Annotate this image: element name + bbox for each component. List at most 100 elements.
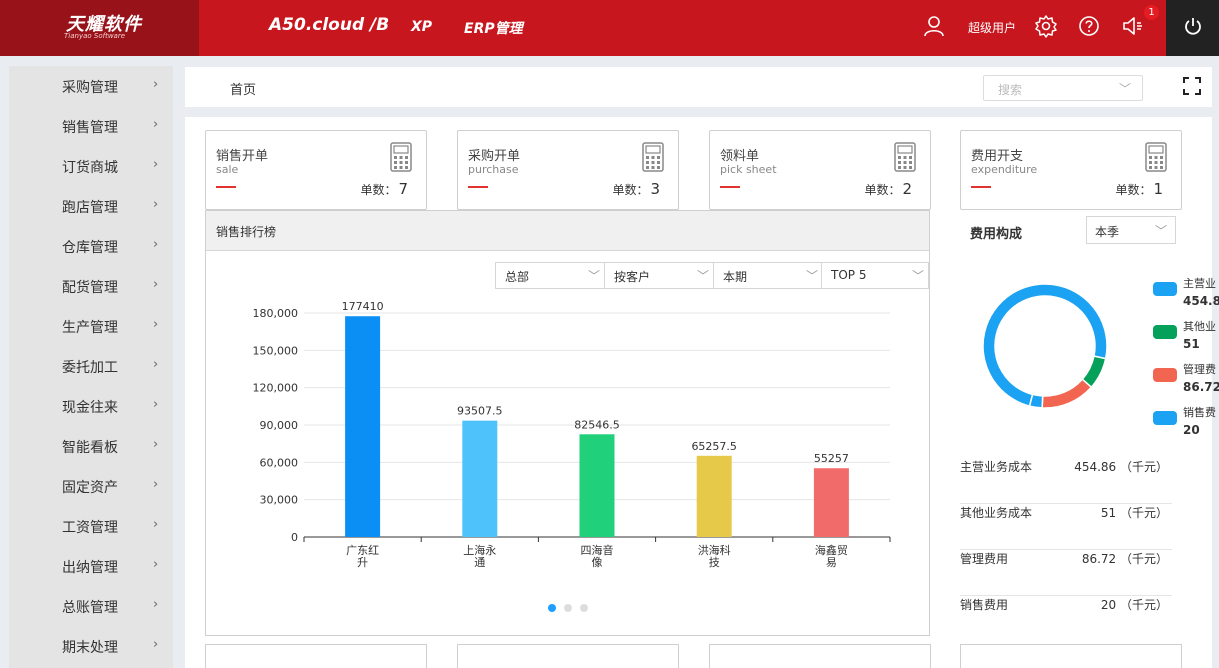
sidebar-item[interactable]: 配货管理 › [9,266,173,306]
breadcrumb-home[interactable]: 首页 [230,79,256,98]
card-subtitle: sale [216,163,239,176]
help-icon[interactable] [1077,14,1101,38]
cost-row: 主营业务成本 454.86 （千元） [960,458,1172,504]
sidebar-item[interactable]: 销售管理 › [9,106,173,146]
chevron-right-icon: › [153,637,159,652]
cost-composition-title: 费用构成 [970,227,1023,242]
power-button[interactable] [1166,0,1219,56]
card-count-label: 单数： [612,183,649,197]
chevron-right-icon: › [153,317,159,332]
y-tick-label: 180,000 [253,307,299,320]
sidebar-item[interactable]: 仓库管理 › [9,226,173,266]
bottom-card-1 [205,644,427,668]
bar [462,420,498,537]
x-tick-label: 洪海科 [698,543,731,557]
chevron-right-icon: › [153,237,159,252]
donut-slice[interactable] [1041,378,1093,409]
cost-row-name: 主营业务成本 [960,460,1033,474]
y-tick-label: 90,000 [260,419,299,432]
bar [579,434,615,537]
x-tick-label: 四海音 [581,543,614,557]
sidebar-item-label: 出纳管理 [62,560,118,576]
legend-swatch [1153,368,1177,382]
sidebar-item[interactable]: 出纳管理 › [9,546,173,586]
card-title: 销售开单 [216,149,269,164]
x-tick-label: 上海永 [463,543,496,557]
card-title: 领料单 [720,149,760,164]
fullscreen-icon[interactable] [1183,77,1201,95]
y-tick-label: 60,000 [260,456,299,469]
bar-value-label: 177410 [342,300,384,313]
card-count: 单数： 7 [360,180,408,198]
sidebar-item[interactable]: 期末处理 › [9,626,173,666]
card-count-value: 3 [650,180,660,198]
sidebar-item-label: 生产管理 [62,320,118,336]
speaker-icon[interactable] [1121,14,1145,38]
notification-badge: 1 [1144,5,1159,20]
cost-period-select[interactable]: 本季 ﹀ [1086,216,1176,244]
legend-value: 86.72 [1183,380,1219,394]
bottom-card-2 [457,644,679,668]
sidebar-item-label: 智能看板 [62,440,118,456]
sidebar-item[interactable]: 工资管理 › [9,506,173,546]
card-accent-line [720,186,740,188]
legend-item[interactable]: 主营业 454.8 [1153,275,1219,317]
legend-value: 51 [1183,337,1200,351]
nav-a50-cloud[interactable]: A50.cloud /B [269,15,389,35]
cost-period-value: 本季 [1095,225,1120,239]
card-count-value: 1 [1153,180,1163,198]
cost-donut-chart [982,283,1108,409]
legend-swatch [1153,411,1177,425]
legend-swatch [1153,282,1177,296]
card-count: 单数： 1 [1115,180,1163,198]
card-title: 费用开支 [971,149,1024,164]
legend-item[interactable]: 销售费 20 [1153,404,1219,446]
chevron-right-icon: › [153,517,159,532]
pager-dot[interactable] [548,604,556,612]
purchase-order-card[interactable]: 采购开单 purchase 单数： 3 [457,130,679,210]
bar [345,316,381,537]
sidebar-item[interactable]: 采购管理 › [9,66,173,106]
card-count-value: 2 [902,180,912,198]
user-name-label[interactable]: 超级用户 [968,19,1016,36]
expenditure-card[interactable]: 费用开支 expenditure 单数： 1 [960,130,1182,210]
sidebar-item-label: 固定资产 [62,480,118,496]
sidebar-item-label: 跑店管理 [62,200,118,216]
x-tick-label: 技 [709,556,720,569]
donut-slice[interactable] [1028,393,1044,409]
sidebar-item[interactable]: 现金往来 › [9,386,173,426]
logo[interactable]: 天耀软件 Tianyao Software [0,0,199,56]
y-tick-label: 0 [291,531,298,544]
sidebar-item[interactable]: 固定资产 › [9,466,173,506]
y-tick-label: 120,000 [253,382,299,395]
legend-item[interactable]: 其他业 51 [1153,318,1219,360]
search-select[interactable]: 搜索 ﹀ [983,75,1143,101]
card-count-label: 单数： [360,183,397,197]
pager-dot[interactable] [580,604,588,612]
legend-label: 管理费 [1183,363,1216,376]
sidebar-item[interactable]: 订货商城 › [9,146,173,186]
sales-order-card[interactable]: 销售开单 sale 单数： 7 [205,130,427,210]
card-count: 单数： 2 [864,180,912,198]
sales-ranking-panel: 销售排行榜 总部 ﹀ 按客户 ﹀ 本期 ﹀ TOP 5 ﹀ 0 30,000 60,… [205,210,930,636]
nav-erp-management[interactable]: ERP管理 [464,18,523,38]
nav-xp[interactable]: XP [411,19,432,35]
user-icon[interactable] [922,14,946,38]
sidebar-item[interactable]: 总账管理 › [9,586,173,626]
sidebar-item-label: 现金往来 [62,400,118,416]
gear-icon[interactable] [1034,14,1058,38]
bar-value-label: 65257.5 [691,440,737,453]
sidebar-item[interactable]: 跑店管理 › [9,186,173,226]
legend-label: 其他业 [1183,320,1216,333]
pager-dot[interactable] [564,604,572,612]
sidebar-item[interactable]: 智能看板 › [9,426,173,466]
chevron-right-icon: › [153,357,159,372]
sidebar-item[interactable]: 委托加工 › [9,346,173,386]
legend-item[interactable]: 管理费 86.72 [1153,361,1219,403]
cost-row-name: 销售费用 [960,598,1009,612]
sidebar-item[interactable]: 生产管理 › [9,306,173,346]
calculator-icon [894,142,916,172]
pick-sheet-card[interactable]: 领料单 pick sheet 单数： 2 [709,130,931,210]
sidebar-item-label: 销售管理 [62,120,118,136]
card-subtitle: pick sheet [720,163,777,176]
